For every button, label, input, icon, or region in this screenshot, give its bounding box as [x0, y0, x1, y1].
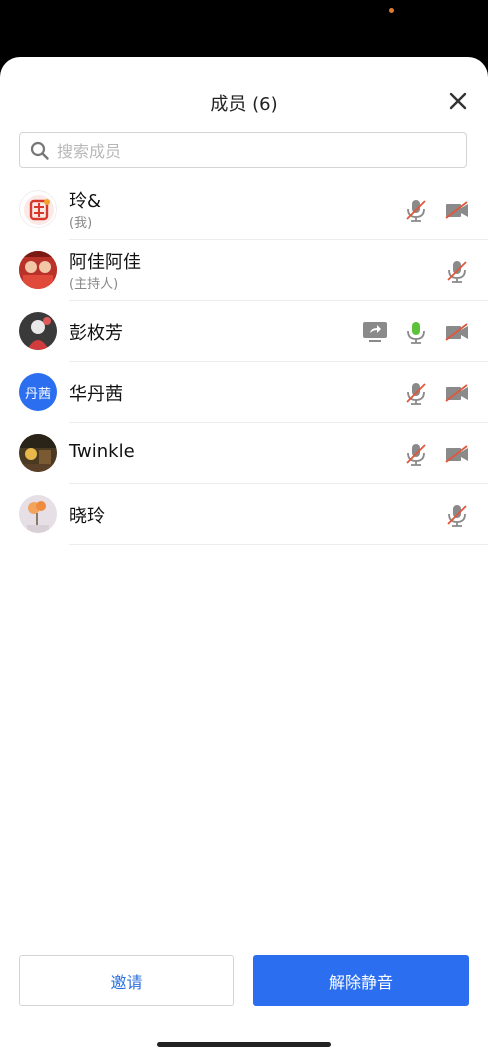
page-title: 成员 (6)	[210, 94, 278, 115]
member-name: 晓玲	[69, 506, 105, 527]
member-row[interactable]: Twinkle	[0, 423, 488, 484]
member-row[interactable]: 丹茜 华丹茜	[0, 362, 488, 423]
avatar	[19, 312, 57, 350]
camera-off-icon[interactable]	[444, 319, 470, 345]
member-row[interactable]: 阿佳阿佳 (主持人)	[0, 240, 488, 301]
avatar	[19, 190, 57, 228]
row-divider	[69, 544, 488, 545]
avatar	[19, 251, 57, 289]
avatar	[19, 495, 57, 533]
search-box[interactable]	[19, 132, 467, 168]
member-name: 华丹茜	[69, 384, 123, 405]
members-sheet: 成员 (6) 玲& (我)	[0, 57, 488, 1057]
home-indicator	[157, 1042, 331, 1047]
member-name: 彭枚芳	[69, 323, 123, 344]
close-icon[interactable]	[448, 91, 468, 111]
camera-off-icon[interactable]	[444, 380, 470, 406]
member-name: 玲&	[69, 191, 102, 212]
camera-off-icon[interactable]	[444, 197, 470, 223]
member-role: (我)	[69, 216, 93, 231]
mic-muted-icon[interactable]	[403, 441, 429, 467]
member-name: Twinkle	[69, 441, 135, 462]
status-indicator	[389, 8, 394, 13]
mic-muted-icon[interactable]	[444, 502, 470, 528]
member-name: 阿佳阿佳	[69, 252, 141, 273]
avatar	[19, 434, 57, 472]
avatar-initials: 丹茜	[24, 386, 51, 402]
mic-active-icon[interactable]	[403, 319, 429, 345]
avatar: 丹茜	[19, 373, 57, 411]
mic-muted-icon[interactable]	[403, 197, 429, 223]
mic-muted-icon[interactable]	[403, 380, 429, 406]
member-role: (主持人)	[69, 277, 119, 292]
mic-muted-icon[interactable]	[444, 258, 470, 284]
member-row[interactable]: 玲& (我)	[0, 179, 488, 240]
search-icon	[30, 141, 49, 160]
search-input[interactable]	[55, 138, 459, 164]
invite-button[interactable]: 邀请	[19, 955, 234, 1006]
unmute-all-button[interactable]: 解除静音	[253, 955, 469, 1006]
member-row[interactable]: 晓玲	[0, 484, 488, 545]
member-row[interactable]: 彭枚芳	[0, 301, 488, 362]
screen-share-icon[interactable]	[362, 319, 388, 345]
camera-off-icon[interactable]	[444, 441, 470, 467]
